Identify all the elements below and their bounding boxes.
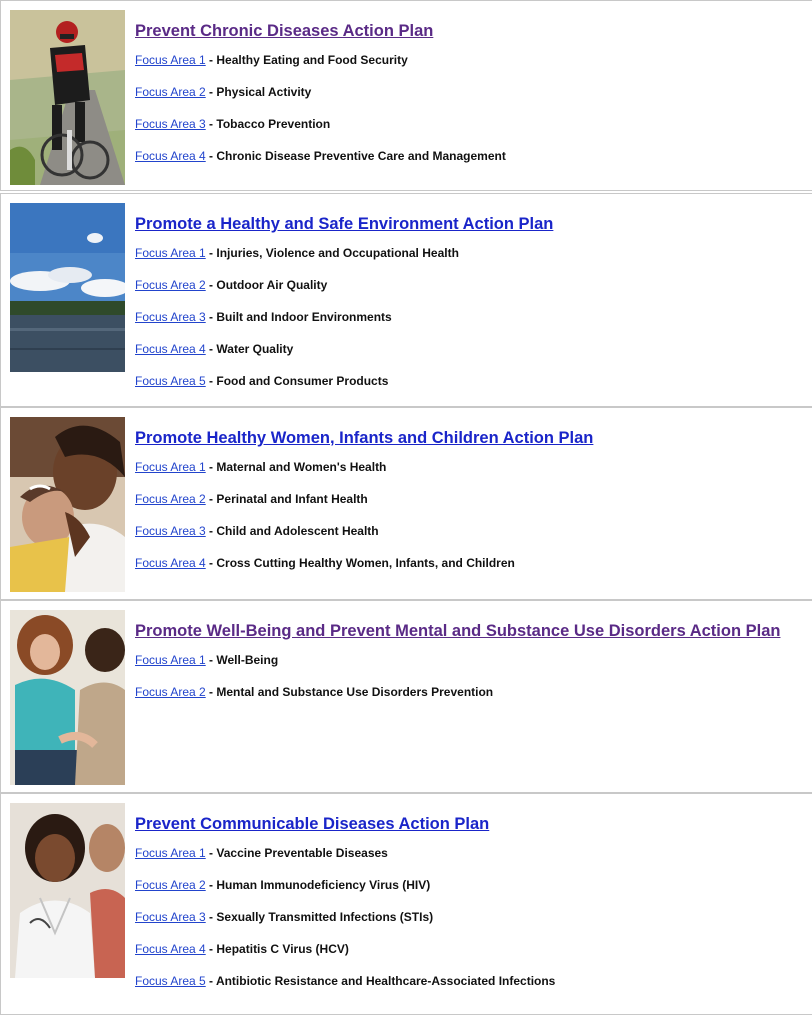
focus-area-link[interactable]: Focus Area 1 — [135, 53, 206, 67]
list-item: Focus Area 2 - Human Immunodeficiency Vi… — [135, 878, 431, 892]
list-item: Focus Area 4 - Cross Cutting Healthy Wom… — [135, 556, 515, 570]
section-women-infants-children: Promote Healthy Women, Infants and Child… — [0, 407, 812, 600]
list-item: Focus Area 3 - Tobacco Prevention — [135, 117, 331, 131]
section-well-being: Promote Well-Being and Prevent Mental an… — [0, 600, 812, 793]
list-item: Focus Area 4 - Chronic Disease Preventiv… — [135, 149, 506, 163]
mother-infant-photo — [10, 417, 125, 592]
focus-area-desc: Built and Indoor Environments — [216, 310, 392, 324]
focus-area-link[interactable]: Focus Area 3 — [135, 910, 206, 924]
list-item: Focus Area 3 - Sexually Transmitted Infe… — [135, 910, 434, 924]
list-item: Focus Area 3 - Built and Indoor Environm… — [135, 310, 392, 324]
focus-area-link[interactable]: Focus Area 5 — [135, 374, 206, 388]
focus-area-link[interactable]: Focus Area 1 — [135, 460, 206, 474]
focus-area-link[interactable]: Focus Area 4 — [135, 342, 206, 356]
focus-area-desc: Physical Activity — [216, 85, 312, 99]
focus-area-desc: Outdoor Air Quality — [216, 278, 328, 292]
focus-area-link[interactable]: Focus Area 4 — [135, 556, 206, 570]
list-item: Focus Area 2 - Outdoor Air Quality — [135, 278, 328, 292]
focus-area-desc: Cross Cutting Healthy Women, Infants, an… — [216, 556, 515, 570]
focus-area-link[interactable]: Focus Area 2 — [135, 492, 206, 506]
focus-area-desc: Sexually Transmitted Infections (STIs) — [216, 910, 434, 924]
section-content: Promote Healthy Women, Infants and Child… — [135, 428, 812, 587]
focus-area-desc: Antibiotic Resistance and Healthcare-Ass… — [215, 974, 556, 988]
focus-area-desc: Perinatal and Infant Health — [216, 492, 368, 506]
section-content: Prevent Communicable Diseases Action Pla… — [135, 814, 812, 1005]
focus-area-desc: Tobacco Prevention — [216, 117, 331, 131]
focus-area-desc: Maternal and Women's Health — [216, 460, 387, 474]
focus-area-link[interactable]: Focus Area 1 — [135, 653, 206, 667]
focus-area-link[interactable]: Focus Area 3 — [135, 310, 206, 324]
focus-area-desc: Mental and Substance Use Disorders Preve… — [216, 685, 494, 699]
focus-area-desc: Human Immunodeficiency Virus (HIV) — [216, 878, 431, 892]
list-item: Focus Area 4 - Hepatitis C Virus (HCV) — [135, 942, 349, 956]
focus-area-link[interactable]: Focus Area 2 — [135, 685, 206, 699]
focus-area-desc: Well-Being — [216, 653, 279, 667]
plan-title-link[interactable]: Promote Well-Being and Prevent Mental an… — [135, 621, 812, 641]
list-item: Focus Area 5 - Antibiotic Resistance and… — [135, 974, 556, 988]
focus-area-link[interactable]: Focus Area 2 — [135, 878, 206, 892]
focus-area-link[interactable]: Focus Area 4 — [135, 149, 206, 163]
section-content: Promote a Healthy and Safe Environment A… — [135, 214, 812, 405]
focus-area-link[interactable]: Focus Area 3 — [135, 524, 206, 538]
counseling-photo — [10, 610, 125, 785]
list-item: Focus Area 4 - Water Quality — [135, 342, 294, 356]
list-item: Focus Area 2 - Mental and Substance Use … — [135, 685, 494, 699]
plan-title-link[interactable]: Promote Healthy Women, Infants and Child… — [135, 428, 812, 448]
focus-area-link[interactable]: Focus Area 2 — [135, 278, 206, 292]
doctor-patient-photo — [10, 803, 125, 978]
cyclist-photo — [10, 10, 125, 185]
focus-area-link[interactable]: Focus Area 3 — [135, 117, 206, 131]
list-item: Focus Area 1 - Well-Being — [135, 653, 279, 667]
focus-area-desc: Chronic Disease Preventive Care and Mana… — [216, 149, 506, 163]
lake-sky-photo — [10, 203, 125, 372]
plan-title-link[interactable]: Prevent Chronic Diseases Action Plan — [135, 21, 812, 41]
list-item: Focus Area 1 - Vaccine Preventable Disea… — [135, 846, 388, 860]
focus-area-desc: Water Quality — [216, 342, 294, 356]
focus-area-desc: Injuries, Violence and Occupational Heal… — [216, 246, 459, 260]
list-item: Focus Area 2 - Physical Activity — [135, 85, 312, 99]
focus-area-link[interactable]: Focus Area 2 — [135, 85, 206, 99]
focus-area-link[interactable]: Focus Area 1 — [135, 846, 206, 860]
focus-area-desc: Hepatitis C Virus (HCV) — [216, 942, 349, 956]
list-item: Focus Area 2 - Perinatal and Infant Heal… — [135, 492, 368, 506]
list-item: Focus Area 1 - Healthy Eating and Food S… — [135, 53, 408, 67]
focus-area-link[interactable]: Focus Area 5 — [135, 974, 206, 988]
focus-area-link[interactable]: Focus Area 4 — [135, 942, 206, 956]
list-item: Focus Area 5 - Food and Consumer Product… — [135, 374, 389, 388]
plan-title-link[interactable]: Promote a Healthy and Safe Environment A… — [135, 214, 812, 234]
section-communicable-diseases: Prevent Communicable Diseases Action Pla… — [0, 793, 812, 1015]
focus-area-desc: Vaccine Preventable Diseases — [216, 846, 388, 860]
list-item: Focus Area 3 - Child and Adolescent Heal… — [135, 524, 379, 538]
list-item: Focus Area 1 - Injuries, Violence and Oc… — [135, 246, 459, 260]
section-content: Promote Well-Being and Prevent Mental an… — [135, 621, 812, 716]
focus-area-link[interactable]: Focus Area 1 — [135, 246, 206, 260]
plan-title-link[interactable]: Prevent Communicable Diseases Action Pla… — [135, 814, 812, 834]
section-content: Prevent Chronic Diseases Action Plan Foc… — [135, 21, 812, 180]
focus-area-desc: Healthy Eating and Food Security — [216, 53, 408, 67]
section-chronic-diseases: Prevent Chronic Diseases Action Plan Foc… — [0, 0, 812, 191]
list-item: Focus Area 1 - Maternal and Women's Heal… — [135, 460, 387, 474]
focus-area-desc: Child and Adolescent Health — [216, 524, 379, 538]
focus-area-desc: Food and Consumer Products — [216, 374, 389, 388]
section-environment: Promote a Healthy and Safe Environment A… — [0, 193, 812, 407]
